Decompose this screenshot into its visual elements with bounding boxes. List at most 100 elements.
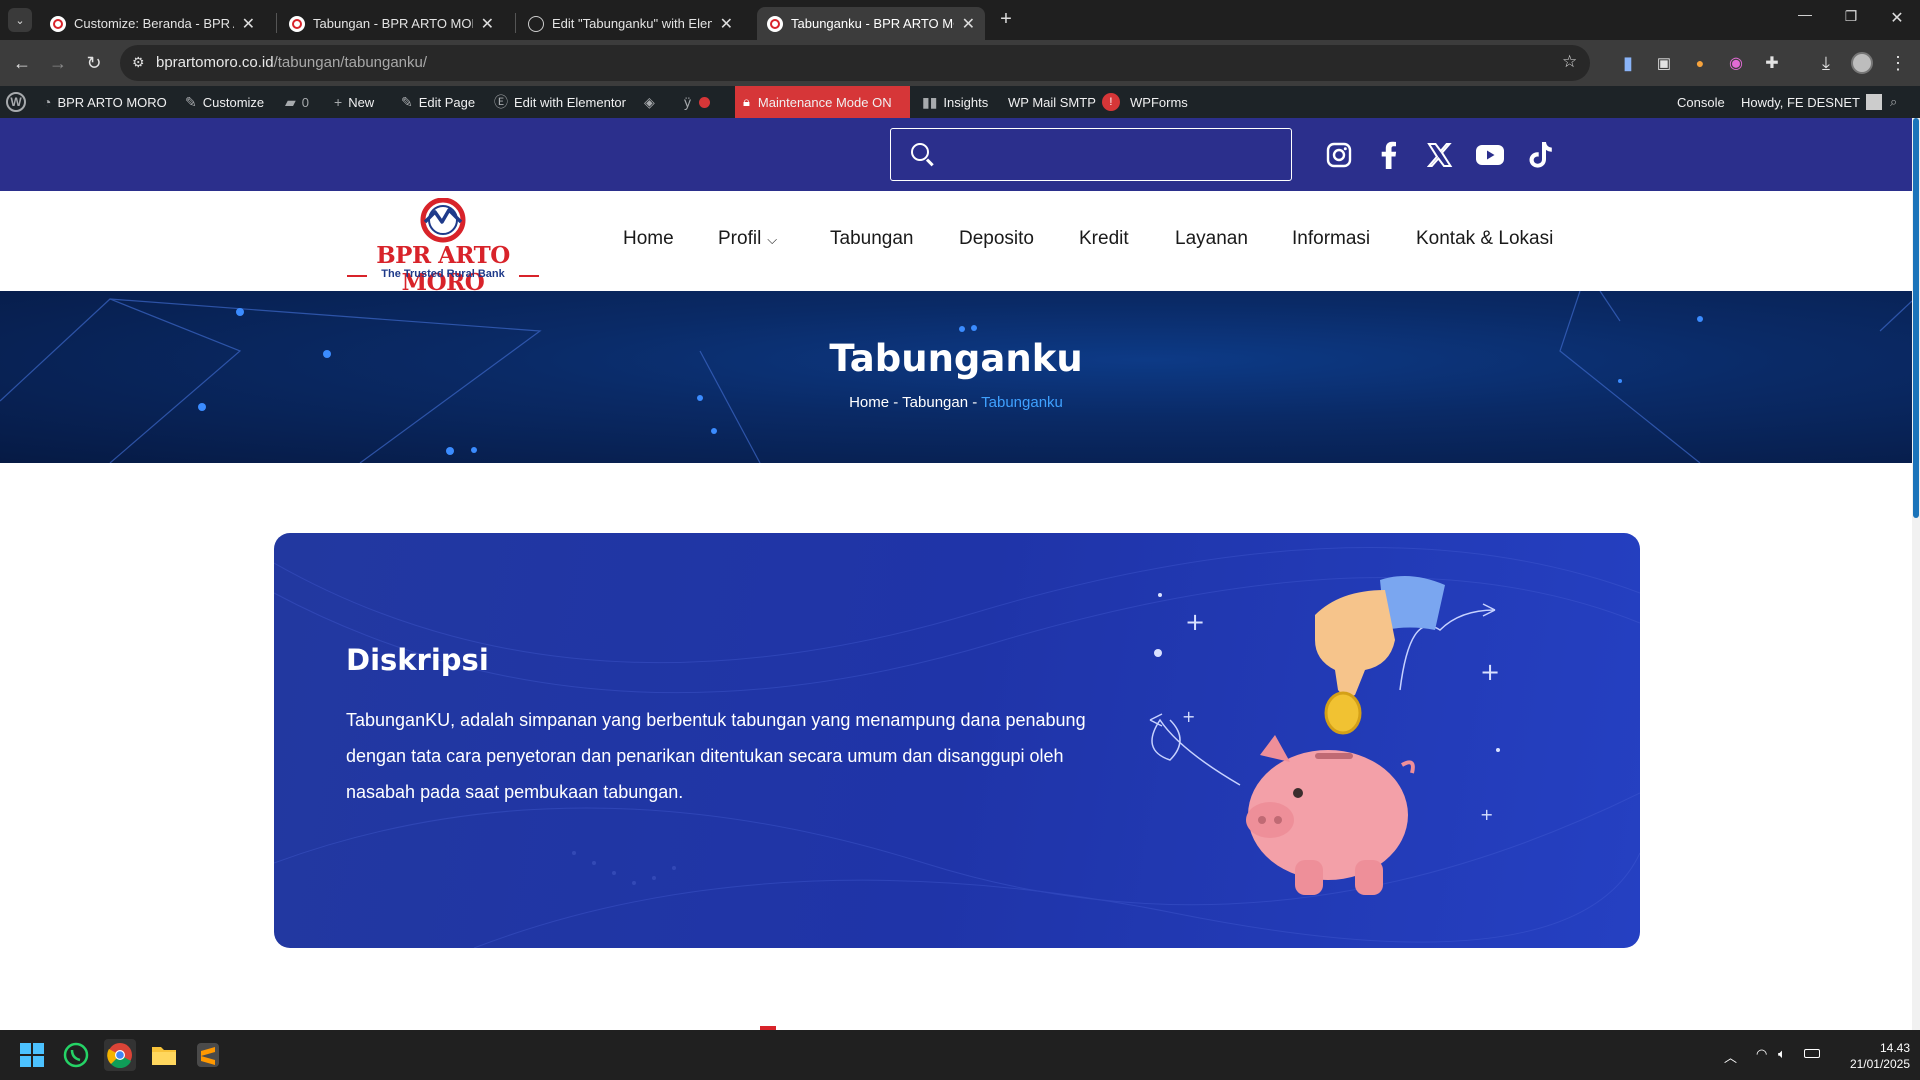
browser-tab-active[interactable]: Tabunganku - BPR ARTO MORO ✕: [757, 7, 985, 40]
os-taskbar: [0, 1030, 1920, 1080]
piggy-bank-coin-illustration: + + + +: [1149, 576, 1500, 895]
browser-tab[interactable]: Customize: Beranda - BPR ARTO MORO ✕: [40, 7, 265, 40]
status-dot-icon: [699, 96, 710, 108]
minimize-button[interactable]: —: [1790, 6, 1820, 32]
brush-icon: ✎: [185, 93, 197, 110]
breadcrumb-tabungan-link[interactable]: Tabungan: [902, 394, 968, 411]
breadcrumb-home-link[interactable]: Home: [849, 394, 889, 411]
url-text[interactable]: bprartomoro.co.id/tabungan/tabunganku/: [156, 54, 427, 71]
wp-edit-page[interactable]: ✎ Edit Page: [401, 86, 475, 118]
lock-icon: 🔒︎: [743, 94, 750, 109]
diamond-icon: ◈: [644, 93, 655, 110]
extension-icon[interactable]: ◉: [1720, 40, 1752, 86]
breadcrumb-current: Tabunganku: [981, 394, 1063, 411]
url-domain: bprartomoro.co.id: [156, 54, 274, 71]
extension-icon[interactable]: ▮: [1612, 40, 1644, 86]
site-info-icon[interactable]: ⚙: [132, 54, 145, 71]
card-description-text: TabunganKU, adalah simpanan yang berbent…: [346, 710, 1086, 802]
wp-edit-elementor[interactable]: Ⓔ Edit with Elementor: [494, 86, 626, 118]
nav-deposito[interactable]: Deposito: [959, 228, 1034, 250]
elementor-icon: Ⓔ: [494, 94, 508, 110]
wp-new[interactable]: + New: [334, 86, 374, 118]
page-scrollbar-thumb[interactable]: [1913, 118, 1919, 518]
browser-tab[interactable]: Edit "Tabunganku" with Elementor ✕: [518, 7, 743, 40]
nav-profil[interactable]: Profil ⌵: [718, 228, 777, 250]
wp-howdy[interactable]: Howdy, FE DESNET: [1741, 86, 1882, 118]
wordpress-logo-icon[interactable]: W: [6, 86, 26, 118]
nav-informasi[interactable]: Informasi: [1292, 228, 1370, 250]
wp-diamond-plugin[interactable]: ◈: [644, 86, 661, 118]
alert-badge: !: [1101, 93, 1120, 111]
close-tab-icon[interactable]: ✕: [481, 14, 494, 34]
bookmark-star-icon[interactable]: ☆: [1562, 52, 1577, 72]
close-tab-icon[interactable]: ✕: [242, 14, 255, 34]
profile-avatar[interactable]: [1846, 40, 1878, 86]
site-search-input[interactable]: [890, 128, 1292, 181]
user-avatar: [1865, 94, 1882, 110]
extension-icon[interactable]: ▣: [1648, 40, 1680, 86]
svg-text:+: +: [1480, 658, 1500, 686]
browser-tab[interactable]: Tabungan - BPR ARTO MORO ✕: [279, 7, 504, 40]
breadcrumb: Home - Tabungan - Tabunganku: [849, 394, 1063, 411]
reload-button[interactable]: ↻: [78, 40, 110, 86]
file-explorer-icon[interactable]: [148, 1039, 180, 1071]
instagram-icon[interactable]: [1324, 140, 1354, 170]
wp-search-icon[interactable]: ⌕: [1890, 86, 1897, 118]
wifi-icon[interactable]: ◠: [1756, 1046, 1767, 1062]
clock-time: 14.43: [1879, 1041, 1910, 1055]
site-logo[interactable]: BPR ARTO MORO The Trusted Rural Bank: [345, 197, 541, 296]
wp-mail-smtp[interactable]: WP Mail SMTP!: [1008, 86, 1120, 118]
system-clock[interactable]: 14.43 21/01/2025: [1830, 1040, 1910, 1072]
site-favicon-icon: [50, 15, 66, 32]
wp-insights[interactable]: ▮▮ Insights: [922, 86, 988, 118]
close-tab-icon[interactable]: ✕: [962, 14, 975, 34]
extensions-puzzle-icon[interactable]: ✚: [1756, 40, 1788, 86]
new-tab-button[interactable]: +: [992, 8, 1020, 32]
bar-chart-icon: ▮▮: [922, 93, 938, 110]
close-tab-icon[interactable]: ✕: [720, 14, 733, 34]
tray-chevron-up-icon[interactable]: ︿: [1724, 1047, 1737, 1066]
comment-icon: ▰: [285, 93, 296, 110]
chrome-icon[interactable]: [104, 1039, 136, 1071]
wp-wpforms[interactable]: WPForms: [1130, 86, 1188, 118]
facebook-icon[interactable]: [1374, 140, 1404, 170]
logo-tagline: The Trusted Rural Bank: [381, 268, 505, 280]
nav-layanan[interactable]: Layanan: [1175, 228, 1248, 250]
wp-maintenance-mode[interactable]: 🔒︎ Maintenance Mode ON: [735, 86, 910, 118]
wp-site-name[interactable]: ◔ BPR ARTO MORO: [43, 86, 167, 118]
battery-icon[interactable]: [1804, 1049, 1820, 1058]
forward-button[interactable]: →: [42, 40, 74, 86]
tab-search-button[interactable]: ⌄: [8, 8, 32, 32]
site-header: [0, 191, 1912, 291]
sublime-text-icon[interactable]: [192, 1039, 224, 1071]
wp-customize[interactable]: ✎ Customize: [185, 86, 264, 118]
browser-menu-icon[interactable]: ⋮: [1882, 40, 1914, 86]
sparkle-plus-icon: +: [1185, 608, 1205, 636]
tab-title: Tabunganku - BPR ARTO MORO: [791, 16, 954, 31]
wp-console[interactable]: Console: [1677, 86, 1725, 118]
close-window-button[interactable]: ✕: [1882, 8, 1912, 34]
card-title: Diskripsi: [346, 643, 489, 677]
x-twitter-icon[interactable]: [1425, 140, 1455, 170]
nav-tabungan[interactable]: Tabungan: [830, 228, 913, 250]
windows-start-icon[interactable]: [16, 1039, 48, 1071]
tab-title: Edit "Tabunganku" with Elementor: [552, 16, 712, 31]
wp-yoast[interactable]: ÿ: [684, 86, 710, 118]
chevron-down-icon: ⌵: [767, 232, 778, 247]
whatsapp-icon[interactable]: [60, 1039, 92, 1071]
site-favicon-icon: [289, 15, 305, 32]
extension-icon[interactable]: ●: [1684, 40, 1716, 86]
tiktok-icon[interactable]: [1526, 140, 1556, 170]
back-button[interactable]: ←: [6, 40, 38, 86]
nav-kontak-lokasi[interactable]: Kontak & Lokasi: [1416, 228, 1553, 250]
download-icon[interactable]: ⤓: [1810, 40, 1842, 86]
restore-button[interactable]: ❐: [1836, 8, 1866, 34]
search-icon[interactable]: [911, 143, 929, 161]
youtube-icon[interactable]: [1475, 140, 1505, 170]
yoast-icon: ÿ: [684, 94, 691, 110]
nav-home[interactable]: Home: [623, 228, 674, 250]
volume-icon[interactable]: 🔈︎: [1778, 1046, 1786, 1062]
address-bar[interactable]: ⚙ bprartomoro.co.id/tabungan/tabunganku/…: [120, 45, 1590, 81]
wp-comments[interactable]: ▰ 0: [285, 86, 309, 118]
nav-kredit[interactable]: Kredit: [1079, 228, 1129, 250]
